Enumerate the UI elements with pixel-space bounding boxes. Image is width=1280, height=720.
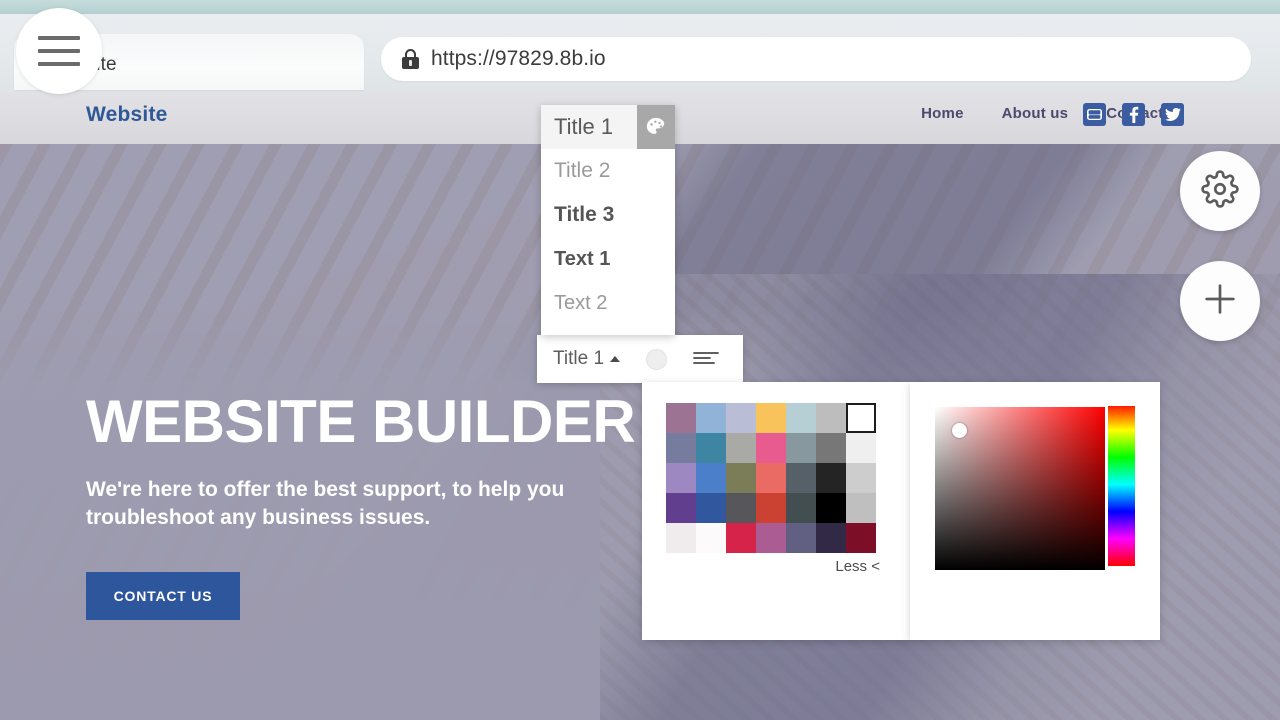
color-swatch[interactable] [846, 433, 876, 463]
text-format-toolbar: Title 1 [537, 335, 743, 383]
color-swatch[interactable] [786, 493, 816, 523]
site-logo[interactable]: Website [86, 103, 168, 127]
color-swatch[interactable] [756, 463, 786, 493]
text-style-dropdown: Title 1 Title 2 Title 3 Text 1 Text 2 [541, 105, 675, 335]
color-swatch[interactable] [816, 433, 846, 463]
hamburger-icon-line [38, 36, 80, 40]
style-option-title-2[interactable]: Title 2 [541, 149, 675, 193]
color-swatch[interactable] [786, 433, 816, 463]
align-left-icon[interactable] [693, 350, 719, 368]
hamburger-menu-button[interactable] [16, 8, 102, 94]
style-option-label: Text 2 [554, 291, 608, 314]
plus-icon [1200, 279, 1240, 324]
color-swatch[interactable] [666, 403, 696, 433]
color-swatch[interactable] [816, 463, 846, 493]
color-swatch[interactable] [666, 463, 696, 493]
social-icons [1083, 103, 1184, 126]
color-swatch[interactable] [696, 523, 726, 553]
color-swatch[interactable] [696, 433, 726, 463]
color-swatch[interactable] [756, 493, 786, 523]
url-bar[interactable]: https://97829.8b.io [381, 37, 1251, 81]
color-swatch[interactable] [666, 523, 696, 553]
twitter-icon[interactable] [1161, 103, 1184, 126]
color-swatch[interactable] [696, 463, 726, 493]
hue-slider[interactable] [1108, 403, 1135, 566]
color-swatch[interactable] [726, 463, 756, 493]
gear-icon [1201, 169, 1239, 213]
color-swatch[interactable] [816, 523, 846, 553]
color-swatch[interactable] [666, 493, 696, 523]
color-swatch[interactable] [816, 403, 846, 433]
color-swatch-grid [666, 403, 876, 553]
browser-top-strip [0, 0, 1280, 14]
color-swatch[interactable] [846, 493, 876, 523]
color-swatch[interactable] [846, 403, 876, 433]
app-root: bsite https://97829.8b.io Website Home A… [0, 0, 1280, 720]
color-swatch[interactable] [786, 463, 816, 493]
saturation-handle[interactable] [952, 423, 967, 438]
color-swatch[interactable] [756, 403, 786, 433]
text-color-swatch-button[interactable] [646, 349, 667, 370]
color-swatch[interactable] [696, 403, 726, 433]
color-swatch[interactable] [756, 433, 786, 463]
text-style-select[interactable]: Title 1 [553, 348, 621, 370]
settings-fab-button[interactable] [1180, 151, 1260, 231]
color-swatch[interactable] [696, 493, 726, 523]
color-swatch[interactable] [786, 403, 816, 433]
style-option-title-1[interactable]: Title 1 [541, 105, 675, 149]
color-swatch[interactable] [726, 523, 756, 553]
text-style-value: Title 1 [553, 348, 605, 369]
browser-toolbar: bsite https://97829.8b.io [0, 14, 1280, 92]
chevron-up-icon [610, 356, 621, 362]
nav-item-about-us[interactable]: About us [1002, 105, 1069, 122]
contact-us-button[interactable]: CONTACT US [86, 572, 240, 620]
style-option-label: Text 1 [554, 247, 611, 270]
saturation-value-area[interactable] [935, 407, 1105, 570]
color-less-toggle[interactable]: Less < [835, 558, 880, 575]
style-option-label: Title 2 [554, 159, 611, 182]
color-swatch[interactable] [756, 523, 786, 553]
color-swatch[interactable] [666, 433, 696, 463]
hamburger-icon-line [38, 62, 80, 66]
style-option-label: Title 1 [554, 114, 614, 139]
color-swatch[interactable] [816, 493, 846, 523]
palette-icon[interactable] [637, 105, 675, 149]
youtube-icon[interactable] [1083, 103, 1106, 126]
facebook-icon[interactable] [1122, 103, 1145, 126]
color-swatch[interactable] [846, 463, 876, 493]
color-swatch[interactable] [726, 493, 756, 523]
hamburger-icon-line [38, 49, 80, 53]
style-option-title-3[interactable]: Title 3 [541, 193, 675, 237]
add-element-fab-button[interactable] [1180, 261, 1260, 341]
hero-title[interactable]: WEBSITE BUILDER [86, 392, 636, 452]
color-swatch[interactable] [726, 433, 756, 463]
color-swatch[interactable] [726, 403, 756, 433]
url-text: https://97829.8b.io [431, 47, 606, 70]
lock-icon [402, 49, 419, 69]
color-swatch-panel: Less < [642, 382, 910, 640]
style-option-label: Title 3 [554, 203, 615, 226]
color-swatch[interactable] [786, 523, 816, 553]
style-option-text-2[interactable]: Text 2 [541, 281, 675, 325]
nav-item-home[interactable]: Home [921, 105, 963, 122]
hue-slider-handle[interactable] [1106, 400, 1137, 406]
style-option-text-1[interactable]: Text 1 [541, 237, 675, 281]
hero-subtitle[interactable]: We're here to offer the best support, to… [86, 476, 606, 533]
color-swatch[interactable] [846, 523, 876, 553]
